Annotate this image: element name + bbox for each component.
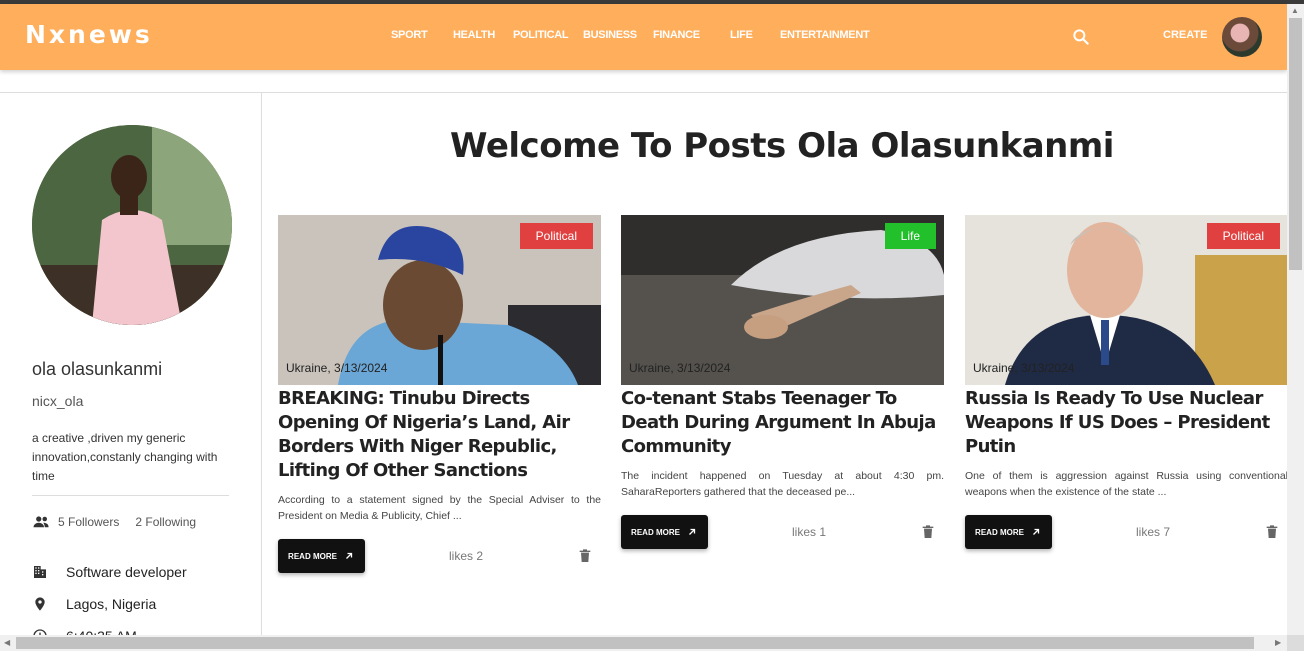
location-pin-icon — [35, 597, 45, 611]
read-more-button[interactable]: READ MORE — [621, 515, 708, 549]
posts-main: Welcome To Posts Ola Olasunkanmi Politic… — [262, 92, 1287, 635]
location: Lagos, Nigeria — [66, 596, 157, 612]
vertical-scrollbar[interactable]: ▲ — [1287, 4, 1304, 635]
follow-stats: 5 Followers 2 Following — [32, 513, 196, 531]
nav-entertainment[interactable]: ENTERTAINMENT — [780, 29, 870, 41]
arrow-up-right-icon — [688, 528, 696, 535]
scroll-left-arrow[interactable]: ◀ — [4, 638, 10, 647]
moon-icon[interactable] — [1115, 27, 1135, 47]
post-meta: Ukraine, 3/13/2024 — [973, 361, 1075, 375]
profile-bio: a creative ,driven my generic innovation… — [32, 431, 218, 483]
nav-health[interactable]: HEALTH — [453, 29, 495, 41]
user-avatar[interactable] — [1222, 17, 1262, 57]
post-card: Life Ukraine, 3/13/2024 Co-tenant Stabs … — [621, 215, 944, 551]
post-image[interactable]: Political Ukraine, 3/13/2024 — [278, 215, 601, 385]
followers-count[interactable]: 5 Followers — [58, 515, 119, 529]
likes-count: likes 2 — [449, 549, 484, 563]
occupation-row: Software developer — [32, 564, 187, 580]
profile-name: ola olasunkanmi — [32, 359, 163, 379]
profile-picture — [32, 125, 232, 325]
post-image[interactable]: Political Ukraine, 3/13/2024 — [965, 215, 1287, 385]
trash-icon[interactable] — [920, 523, 936, 541]
arrow-up-right-icon — [1032, 528, 1040, 535]
vertical-scroll-thumb[interactable] — [1289, 18, 1302, 270]
post-title[interactable]: BREAKING: Tinubu Directs Opening Of Nige… — [278, 387, 601, 483]
nav-business[interactable]: BUSINESS — [583, 29, 637, 41]
divider — [32, 495, 229, 496]
category-badge[interactable]: Political — [519, 223, 593, 249]
nav-life[interactable]: LIFE — [730, 29, 753, 41]
read-more-label: READ MORE — [288, 551, 337, 561]
nav-political[interactable]: POLITICAL — [513, 29, 569, 41]
post-card: Political Ukraine, 3/13/2024 BREAKING: T… — [278, 215, 601, 575]
building-icon — [34, 566, 46, 578]
category-badge[interactable]: Political — [1206, 223, 1280, 249]
trash-icon[interactable] — [1264, 523, 1280, 541]
arrow-up-right-icon — [345, 552, 353, 559]
scroll-right-arrow[interactable]: ▶ — [1275, 638, 1281, 647]
navbar: Nxnews SPORT HEALTH POLITICAL BUSINESS F… — [0, 4, 1287, 70]
read-more-label: READ MORE — [975, 527, 1024, 537]
page-title: Welcome To Posts Ola Olasunkanmi — [450, 126, 1114, 166]
create-link[interactable]: CREATE — [1163, 29, 1207, 41]
post-meta: Ukraine, 3/13/2024 — [286, 361, 388, 375]
read-more-label: READ MORE — [631, 527, 680, 537]
post-excerpt: One of them is aggression against Russia… — [965, 470, 1287, 498]
post-excerpt: The incident happened on Tuesday at abou… — [621, 470, 944, 498]
post-title[interactable]: Co-tenant Stabs Teenager To Death During… — [621, 387, 944, 459]
post-excerpt: According to a statement signed by the S… — [278, 494, 601, 522]
trash-icon[interactable] — [577, 547, 593, 565]
people-icon — [33, 516, 49, 528]
scrollbar-corner — [1287, 635, 1304, 651]
search-icon[interactable] — [1071, 27, 1091, 47]
category-badge[interactable]: Life — [884, 223, 936, 249]
following-count[interactable]: 2 Following — [135, 515, 196, 529]
brand-logo[interactable]: Nxnews — [25, 20, 153, 49]
occupation: Software developer — [66, 564, 187, 580]
profile-sidebar: ola olasunkanmi nicx_ola a creative ,dri… — [0, 92, 262, 644]
scroll-up-arrow[interactable]: ▲ — [1291, 6, 1299, 15]
post-meta: Ukraine, 3/13/2024 — [629, 361, 731, 375]
horizontal-scroll-thumb[interactable] — [16, 637, 1254, 649]
post-title[interactable]: Russia Is Ready To Use Nuclear Weapons I… — [965, 387, 1287, 459]
read-more-button[interactable]: READ MORE — [965, 515, 1052, 549]
likes-count: likes 1 — [792, 525, 827, 539]
post-actions: READ MORE likes 1 — [621, 515, 944, 551]
post-actions: READ MORE likes 2 — [278, 539, 601, 575]
nav-finance[interactable]: FINANCE — [653, 29, 700, 41]
post-actions: READ MORE likes 7 — [965, 515, 1287, 551]
likes-count: likes 7 — [1136, 525, 1171, 539]
post-image[interactable]: Life Ukraine, 3/13/2024 — [621, 215, 944, 385]
post-card: Political Ukraine, 3/13/2024 Russia Is R… — [965, 215, 1287, 551]
profile-username: nicx_ola — [32, 393, 84, 409]
horizontal-scrollbar[interactable]: ◀ ▶ — [0, 635, 1287, 651]
location-row: Lagos, Nigeria — [32, 596, 156, 612]
nav-sport[interactable]: SPORT — [391, 29, 428, 41]
read-more-button[interactable]: READ MORE — [278, 539, 365, 573]
